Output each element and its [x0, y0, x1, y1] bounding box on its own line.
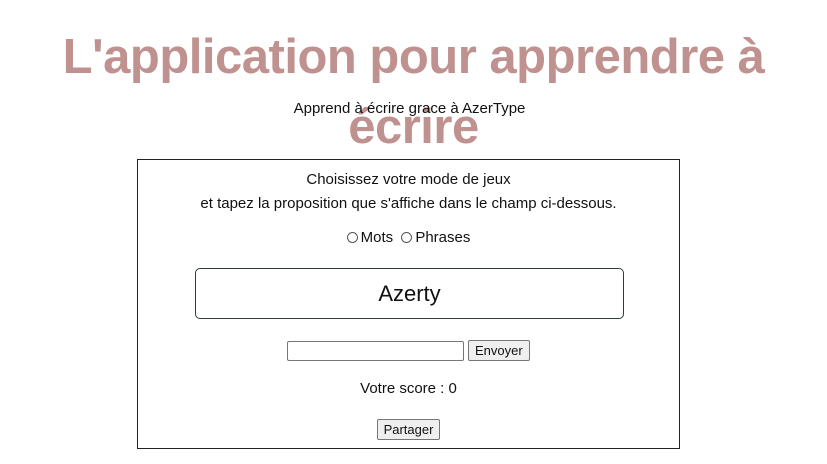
score-display: Votre score : 0: [360, 380, 457, 397]
answer-form: Envoyer: [287, 340, 530, 361]
page: L'application pour apprendre à écrire Ap…: [0, 0, 827, 464]
radio-phrases[interactable]: [401, 232, 413, 243]
page-subtitle: Apprend à écrire grace à AzerType: [293, 100, 526, 117]
proposal-box: Azerty: [195, 268, 624, 319]
share-button[interactable]: Partager: [376, 419, 441, 440]
instruction-line-1: Choisissez votre mode de jeux: [306, 171, 511, 188]
mode-option-mots[interactable]: Mots: [346, 229, 394, 246]
page-title: L'application pour apprendre à écrire: [62, 30, 765, 154]
game-zone: Choisissez votre mode de jeux et tapez l…: [137, 159, 680, 449]
answer-input[interactable]: [287, 340, 464, 361]
instruction-line-2: et tapez la proposition que s'affiche da…: [200, 195, 617, 212]
share-container: Partager: [138, 419, 679, 440]
mode-label-phrases: Phrases: [415, 229, 471, 246]
send-button[interactable]: Envoyer: [468, 340, 530, 361]
mode-label-mots: Mots: [360, 229, 394, 246]
mode-option-phrases[interactable]: Phrases: [401, 229, 470, 246]
radio-mots[interactable]: [346, 232, 358, 243]
mode-selector: Mots Phrases: [138, 229, 679, 247]
proposal-text: Azerty: [378, 280, 441, 306]
